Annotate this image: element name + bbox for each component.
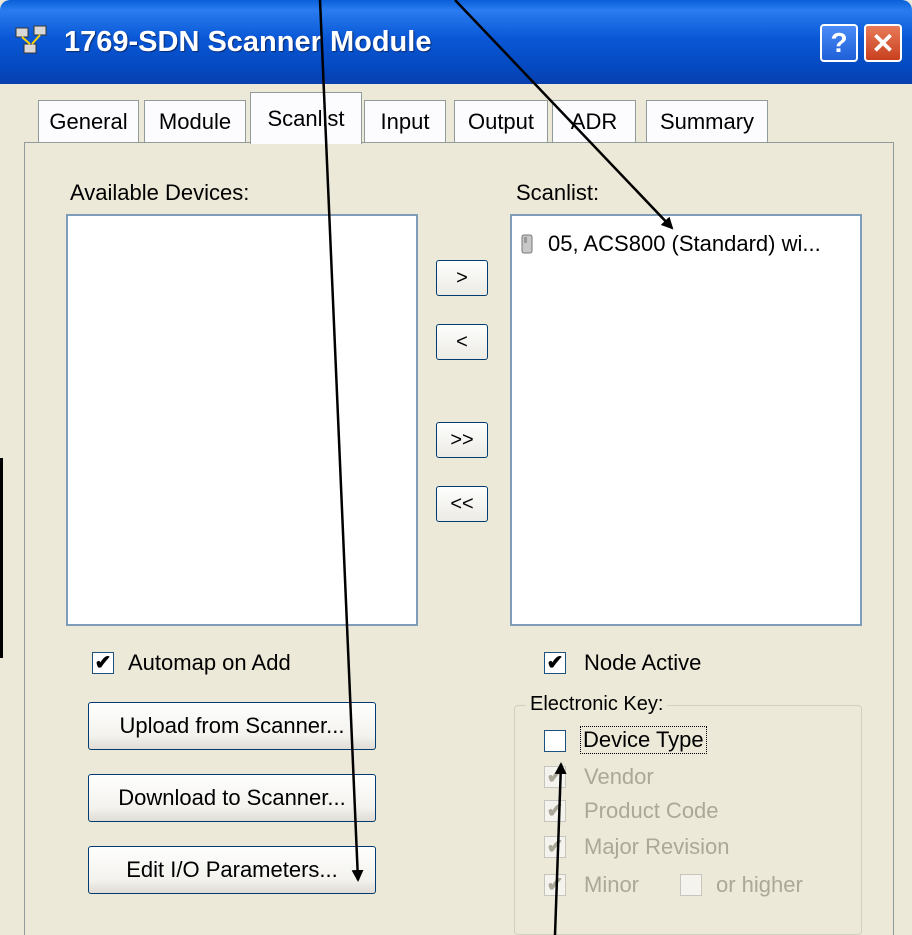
download-to-scanner-button[interactable]: Download to Scanner... <box>88 774 376 822</box>
or-higher-label: or higher <box>716 872 803 897</box>
product-code-label: Product Code <box>584 798 719 823</box>
or-higher-checkbox[interactable] <box>680 874 702 896</box>
available-devices-label: Available Devices: <box>70 180 250 205</box>
scanlist-list[interactable] <box>510 214 862 626</box>
tab-module[interactable]: Module <box>144 100 246 142</box>
edit-io-parameters-button[interactable]: Edit I/O Parameters... <box>88 846 376 894</box>
scanlist-label: Scanlist: <box>516 180 600 205</box>
tab-scanlist[interactable]: Scanlist <box>250 92 362 144</box>
minor-checkbox[interactable]: ✔ <box>544 874 566 896</box>
vendor-checkbox[interactable]: ✔ <box>544 766 566 788</box>
scanlist-item[interactable]: 05, ACS800 (Standard) wi... <box>520 231 821 257</box>
add-device-button[interactable]: > <box>436 260 488 296</box>
dialog-window: 1769-SDN Scanner Module ? ✕ General Modu… <box>0 0 912 935</box>
help-button[interactable]: ? <box>820 24 858 62</box>
automap-checkbox[interactable]: ✔ <box>92 652 114 674</box>
remove-all-devices-button[interactable]: << <box>436 486 488 522</box>
node-active-label: Node Active <box>584 650 702 675</box>
device-type-checkbox[interactable] <box>544 730 566 752</box>
major-revision-checkbox[interactable]: ✔ <box>544 836 566 858</box>
electronic-key-title: Electronic Key: <box>526 693 668 716</box>
node-active-checkbox[interactable]: ✔ <box>544 652 566 674</box>
device-icon <box>521 234 533 254</box>
remove-device-button[interactable]: < <box>436 324 488 360</box>
tab-general[interactable]: General <box>38 100 139 142</box>
left-edge-line <box>0 458 3 658</box>
product-code-checkbox[interactable]: ✔ <box>544 800 566 822</box>
vendor-label: Vendor <box>584 764 654 789</box>
automap-label: Automap on Add <box>128 650 291 675</box>
scanlist-item-label: 05, ACS800 (Standard) wi... <box>548 231 821 256</box>
close-button[interactable]: ✕ <box>864 24 902 62</box>
upload-from-scanner-button[interactable]: Upload from Scanner... <box>88 702 376 750</box>
device-type-label: Device Type <box>580 726 707 754</box>
minor-label: Minor <box>584 872 640 897</box>
tab-summary[interactable]: Summary <box>646 100 768 142</box>
tab-adr[interactable]: ADR <box>552 100 636 142</box>
tab-input[interactable]: Input <box>364 100 446 142</box>
title-bar[interactable]: 1769-SDN Scanner Module ? ✕ <box>0 0 912 84</box>
network-icon <box>15 25 47 54</box>
tab-output[interactable]: Output <box>454 100 548 142</box>
add-all-devices-button[interactable]: >> <box>436 422 488 458</box>
major-revision-label: Major Revision <box>584 834 730 859</box>
window-title: 1769-SDN Scanner Module <box>64 26 432 58</box>
available-devices-list[interactable] <box>66 214 418 626</box>
